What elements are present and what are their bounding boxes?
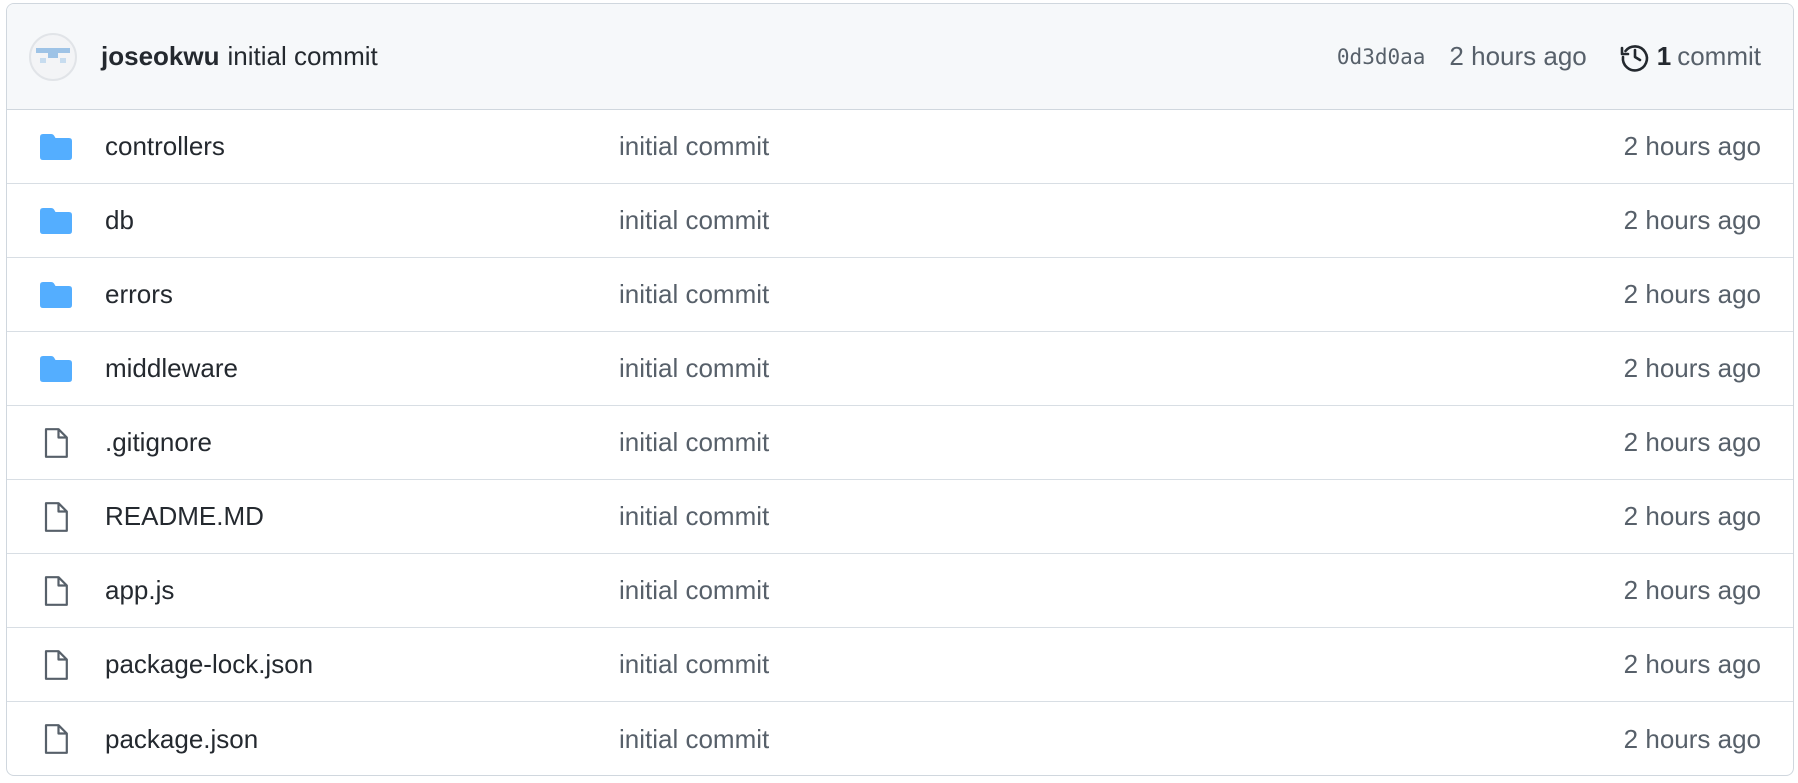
file-commit-time: 2 hours ago bbox=[1623, 649, 1761, 679]
file-commit-time: 2 hours ago bbox=[1623, 501, 1761, 531]
file-name-link[interactable]: errors bbox=[105, 279, 619, 310]
file-commit-time: 2 hours ago bbox=[1623, 575, 1761, 605]
file-name-link[interactable]: package-lock.json bbox=[105, 649, 619, 680]
folder-icon bbox=[39, 354, 73, 384]
folder-icon bbox=[39, 132, 73, 162]
file-icon bbox=[39, 724, 73, 754]
file-name-link[interactable]: controllers bbox=[105, 131, 619, 162]
file-row[interactable]: errors initial commit 2 hours ago bbox=[7, 258, 1793, 332]
file-list: controllers initial commit 2 hours ago db in… bbox=[7, 110, 1793, 775]
latest-commit-message[interactable]: initial commit bbox=[227, 41, 377, 72]
file-row[interactable]: .gitignore initial commit 2 hours ago bbox=[7, 406, 1793, 480]
file-commit-time: 2 hours ago bbox=[1623, 427, 1761, 457]
file-icon bbox=[39, 575, 73, 606]
file-commit-time: 2 hours ago bbox=[1623, 723, 1761, 754]
file-commit-time: 2 hours ago bbox=[1623, 131, 1761, 161]
file-commit-message[interactable]: initial commit bbox=[619, 649, 1624, 680]
file-name-link[interactable]: package.json bbox=[105, 724, 619, 755]
file-row[interactable]: README.MD initial commit 2 hours ago bbox=[7, 480, 1793, 554]
commit-count-label[interactable]: commit bbox=[1677, 41, 1761, 72]
folder-icon bbox=[39, 280, 73, 310]
file-commit-message[interactable]: initial commit bbox=[619, 353, 1624, 384]
file-row[interactable]: package.json initial commit 2 hours ago bbox=[7, 702, 1793, 775]
file-name-link[interactable]: db bbox=[105, 205, 619, 236]
history-icon bbox=[1619, 41, 1651, 73]
commit-history-link[interactable]: 1 commit bbox=[1619, 41, 1761, 73]
commit-count[interactable]: 1 bbox=[1657, 41, 1671, 72]
file-name-link[interactable]: .gitignore bbox=[105, 427, 619, 458]
file-name-link[interactable]: README.MD bbox=[105, 501, 619, 532]
file-commit-message[interactable]: initial commit bbox=[619, 501, 1624, 532]
file-commit-message[interactable]: initial commit bbox=[619, 279, 1624, 310]
file-row[interactable]: middleware initial commit 2 hours ago bbox=[7, 332, 1793, 406]
folder-icon bbox=[39, 206, 73, 236]
file-commit-message[interactable]: initial commit bbox=[619, 427, 1624, 458]
file-name-link[interactable]: middleware bbox=[105, 353, 619, 384]
file-commit-message[interactable]: initial commit bbox=[619, 724, 1624, 755]
file-icon bbox=[39, 649, 73, 680]
file-commit-time: 2 hours ago bbox=[1623, 205, 1761, 235]
avatar-identicon bbox=[36, 47, 70, 63]
file-browser: joseokwu initial commit 0d3d0aa 2 hours … bbox=[6, 3, 1794, 776]
file-icon bbox=[39, 427, 73, 458]
file-icon bbox=[39, 501, 73, 532]
file-name-link[interactable]: app.js bbox=[105, 575, 619, 606]
latest-commit-header: joseokwu initial commit 0d3d0aa 2 hours … bbox=[7, 4, 1793, 110]
file-commit-message[interactable]: initial commit bbox=[619, 131, 1624, 162]
commit-author[interactable]: joseokwu bbox=[101, 41, 219, 72]
latest-commit-time: 2 hours ago bbox=[1449, 41, 1587, 71]
file-commit-time: 2 hours ago bbox=[1623, 353, 1761, 383]
file-row[interactable]: package-lock.json initial commit 2 hours a… bbox=[7, 628, 1793, 702]
file-row[interactable]: db initial commit 2 hours ago bbox=[7, 184, 1793, 258]
file-row[interactable]: app.js initial commit 2 hours ago bbox=[7, 554, 1793, 628]
file-commit-message[interactable]: initial commit bbox=[619, 575, 1624, 606]
commit-sha[interactable]: 0d3d0aa bbox=[1337, 45, 1426, 69]
file-commit-message[interactable]: initial commit bbox=[619, 205, 1624, 236]
author-avatar[interactable] bbox=[29, 32, 77, 81]
file-commit-time: 2 hours ago bbox=[1623, 279, 1761, 309]
file-row[interactable]: controllers initial commit 2 hours ago bbox=[7, 110, 1793, 184]
